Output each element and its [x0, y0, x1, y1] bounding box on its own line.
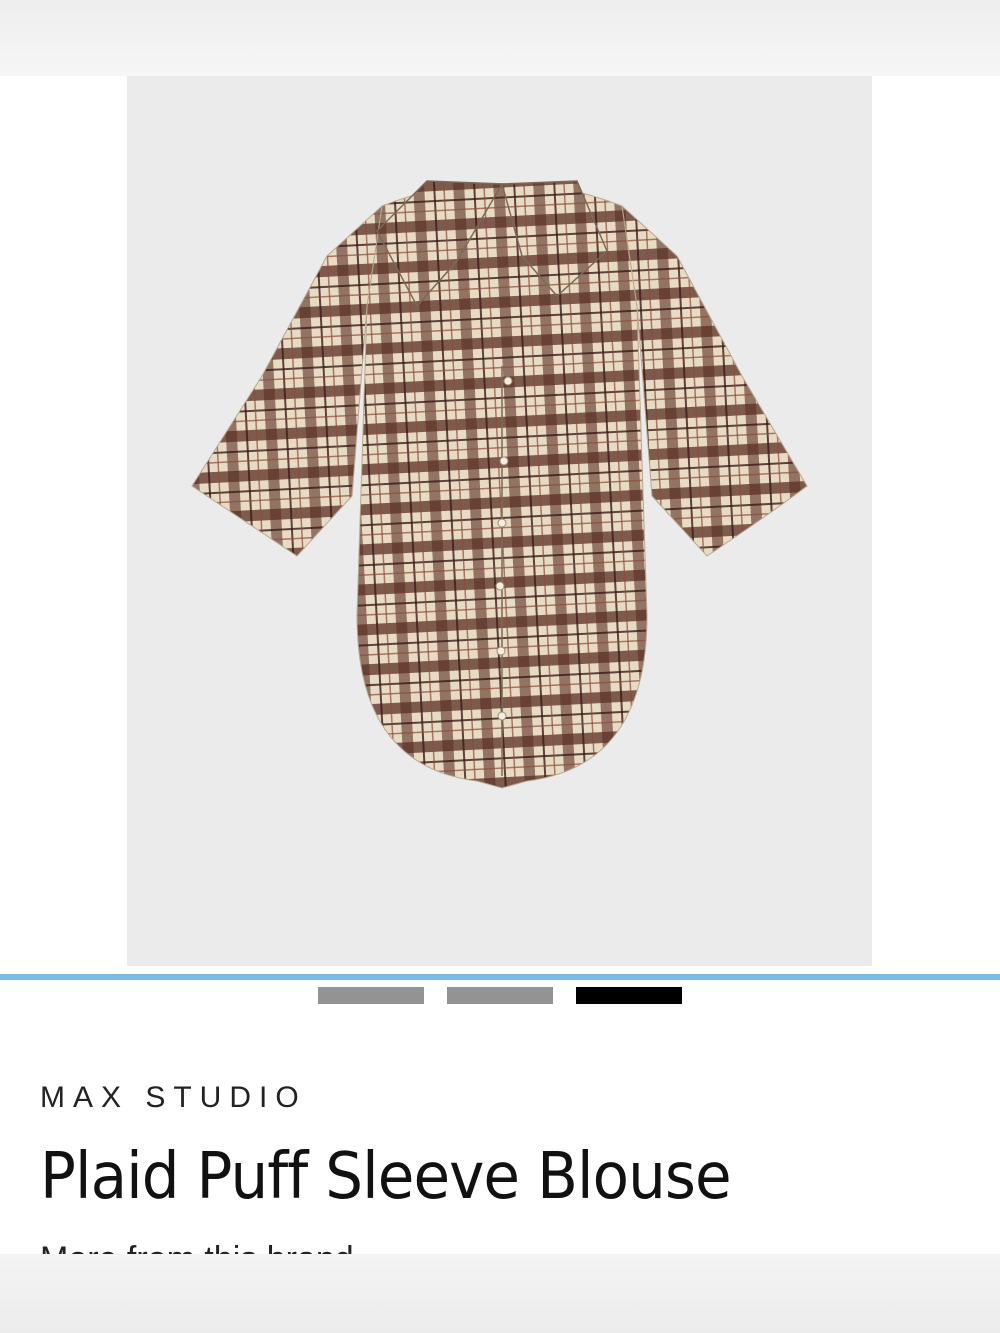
pager-dot-1[interactable]: [318, 987, 424, 1004]
more-from-brand-link[interactable]: More from this brand: [40, 1236, 354, 1254]
top-blur-overlay: [0, 0, 1000, 76]
brand-name[interactable]: MAX STUDIO: [40, 1081, 307, 1115]
bottom-blur-overlay: [0, 1254, 1000, 1333]
product-image[interactable]: [127, 76, 872, 966]
pager-dot-2[interactable]: [447, 987, 553, 1004]
plaid-blouse-illustration: [191, 180, 808, 789]
product-title: Plaid Puff Sleeve Blouse: [40, 1140, 732, 1214]
scroll-progress-line: [0, 974, 1000, 980]
image-pager: [318, 987, 682, 1004]
pager-dot-3-active[interactable]: [576, 987, 682, 1004]
